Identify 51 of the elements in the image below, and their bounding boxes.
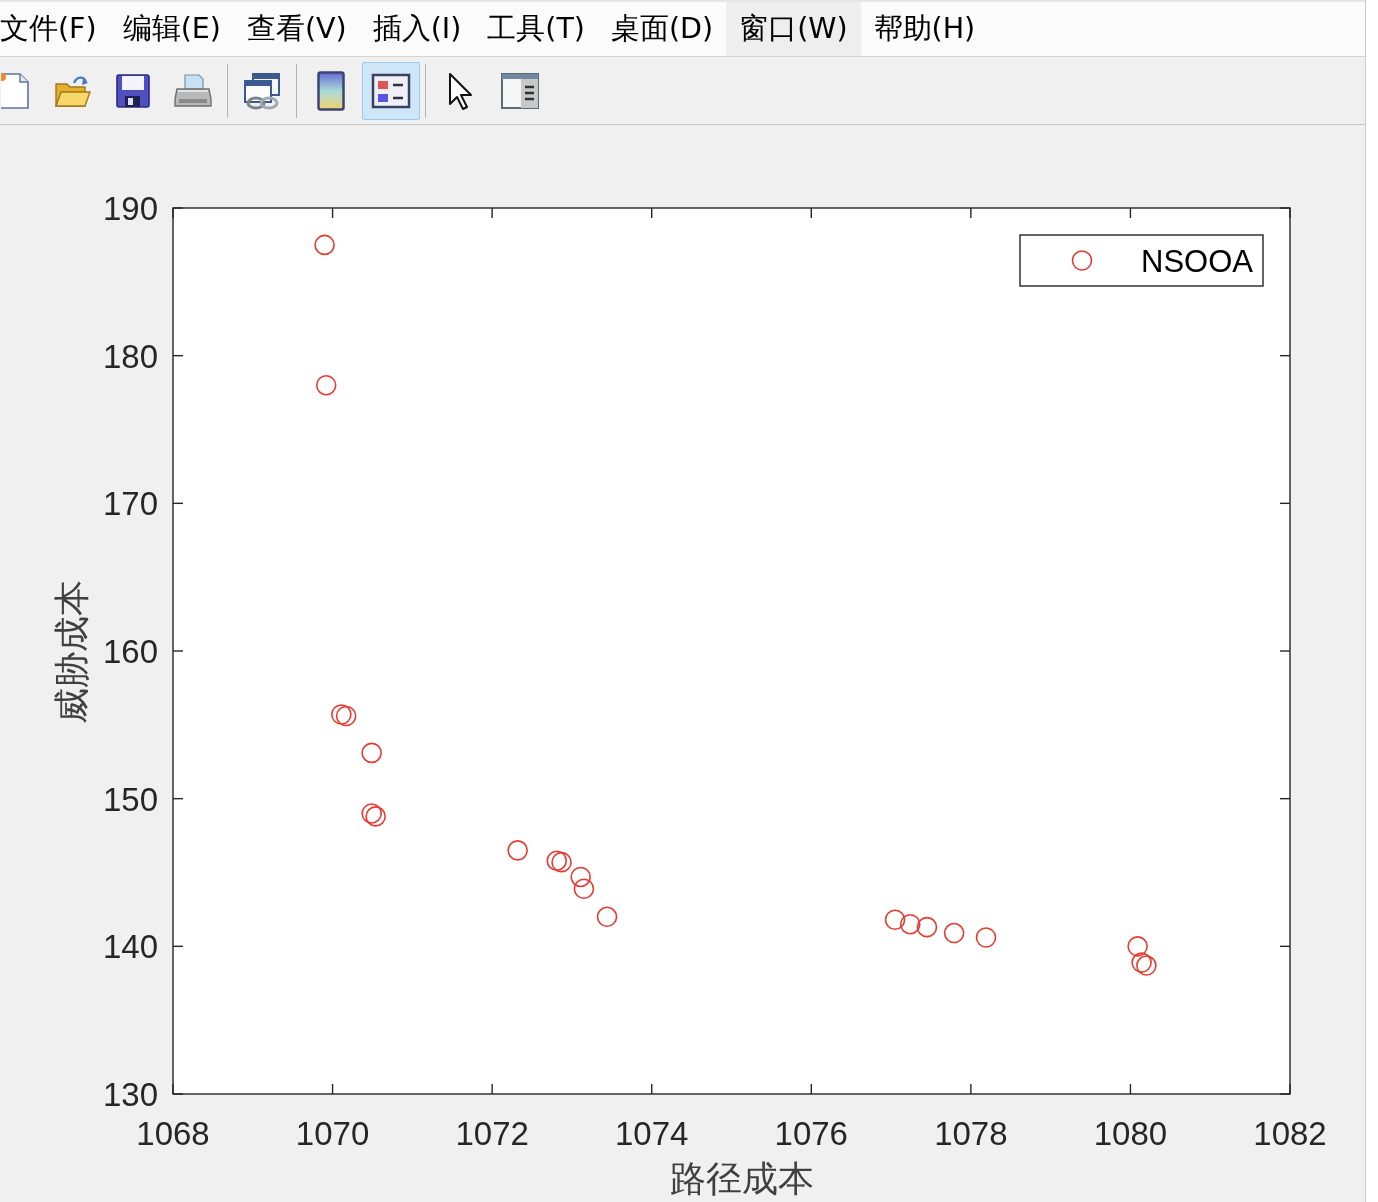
x-tick-label: 1068 xyxy=(136,1115,210,1152)
data-point xyxy=(899,913,921,935)
cursor-icon xyxy=(448,71,472,110)
y-tick-label: 180 xyxy=(102,337,158,375)
x-tick-label: 1076 xyxy=(774,1115,848,1152)
menu-item[interactable]: 工具(T) xyxy=(474,2,598,56)
y-tick-label: 190 xyxy=(102,190,158,227)
x-tick-label: 1074 xyxy=(615,1115,689,1152)
x-axis-label: 路径成本 xyxy=(669,1158,814,1199)
menu-item[interactable]: 编辑(E) xyxy=(109,2,234,56)
y-axis-label: 威胁成本 xyxy=(51,580,92,724)
y-tick-label: 140 xyxy=(102,928,158,966)
data-point xyxy=(361,742,382,764)
panel-icon xyxy=(500,70,540,111)
x-tick-label: 1078 xyxy=(934,1115,1008,1152)
x-tick-label: 1080 xyxy=(1093,1115,1168,1152)
x-tick-label: 1070 xyxy=(295,1115,370,1152)
data-point xyxy=(1131,952,1152,973)
color-bar-icon xyxy=(317,70,345,111)
data-point xyxy=(975,927,997,948)
data-point xyxy=(314,234,335,256)
linked-windows-icon xyxy=(242,70,282,111)
data-point xyxy=(943,922,965,944)
legend-label: NSOOA xyxy=(1141,243,1253,279)
y-tick-label: 130 xyxy=(102,1076,158,1113)
data-point xyxy=(1136,955,1157,976)
menu-item[interactable]: 查看(V) xyxy=(233,2,360,56)
menu-item[interactable]: 桌面(D) xyxy=(597,2,727,56)
data-point xyxy=(551,851,572,873)
legend-button[interactable] xyxy=(362,61,420,120)
data-point xyxy=(507,840,528,861)
data-point xyxy=(1127,936,1148,957)
legend-marker-icon xyxy=(1071,250,1093,271)
x-tick-label: 1082 xyxy=(1253,1115,1327,1152)
data-point xyxy=(335,705,357,727)
data-point xyxy=(573,878,595,900)
y-tick-label: 170 xyxy=(102,485,158,523)
y-tick-label: 150 xyxy=(102,780,158,818)
data-point xyxy=(596,906,618,928)
data-point xyxy=(884,909,906,931)
data-point xyxy=(331,704,352,725)
data-point xyxy=(546,850,568,871)
x-tick-label: 1072 xyxy=(455,1115,529,1152)
data-point xyxy=(315,374,337,396)
menu-item[interactable]: 帮助(H) xyxy=(860,2,989,56)
menu-item[interactable]: 窗口(W) xyxy=(726,2,861,56)
menu-item[interactable]: 插入(I) xyxy=(359,2,475,56)
data-point xyxy=(570,866,591,888)
data-point xyxy=(916,916,938,938)
y-tick-label: 160 xyxy=(102,633,158,670)
menu-item[interactable]: 文件(F) xyxy=(0,2,110,56)
